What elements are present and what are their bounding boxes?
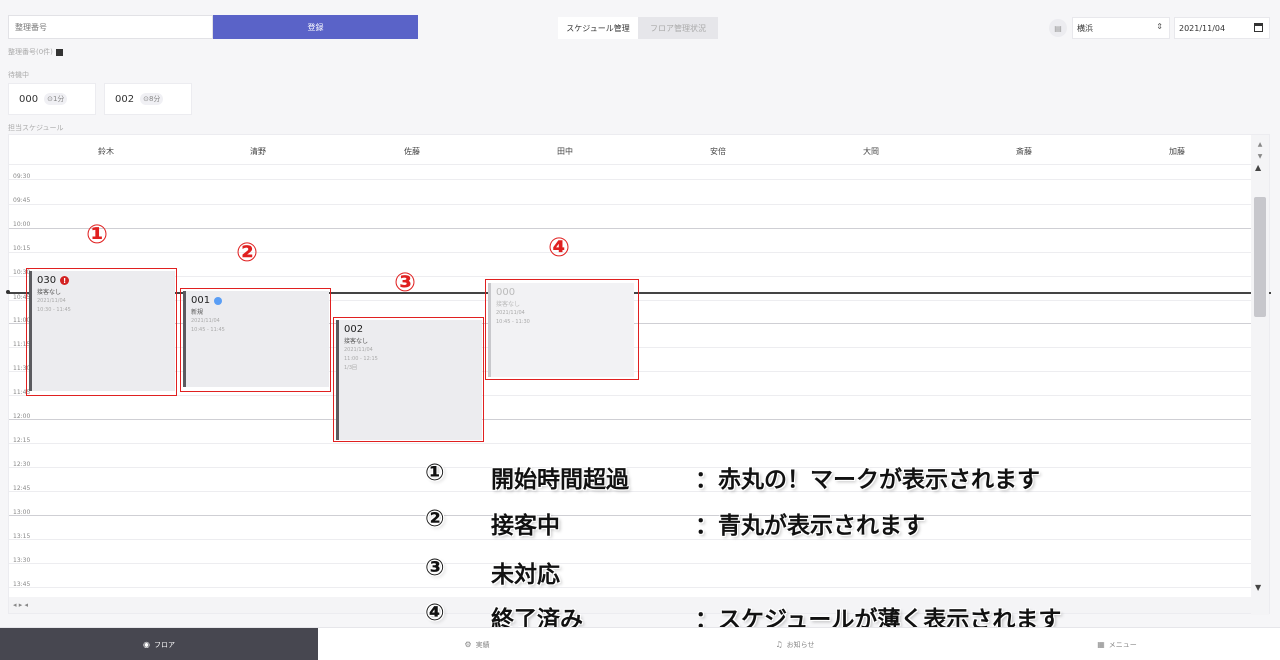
header-scroll-arrows[interactable]: ▲ ▼ [1253, 139, 1267, 163]
nav-menu-label: メニュー [1108, 640, 1137, 649]
staff-column-header: 斎藤 [1016, 147, 1032, 156]
time-label: 13:15 [13, 533, 31, 540]
date-picker[interactable]: 2021/11/04 [1174, 17, 1270, 39]
header-down-arrow-icon[interactable]: ▼ [1253, 151, 1267, 163]
grid-line [9, 563, 1253, 564]
number-input[interactable] [8, 15, 213, 39]
grid-toggle-icon[interactable]: ▤ [1049, 19, 1067, 37]
grid-line [9, 164, 1253, 165]
grid-line [9, 587, 1253, 588]
tab-floor-status[interactable]: フロア管理状況 [638, 17, 718, 39]
waiting-card[interactable]: 002 ⊙8分 [104, 83, 192, 115]
grid-line [9, 443, 1253, 444]
staff-column-header: 安倍 [710, 147, 726, 156]
waiting-number: 000 [19, 93, 39, 105]
legend-number: ③ [425, 555, 445, 581]
header-up-arrow-icon[interactable]: ▲ [1253, 139, 1267, 151]
grid-line [9, 204, 1253, 205]
select-arrow-icon: ⇕ [1156, 22, 1163, 31]
time-label: 09:30 [13, 173, 31, 180]
staff-column-header: 清野 [250, 147, 266, 156]
vertical-scrollbar[interactable]: ▲ ▼ ▲ ▼ [1251, 135, 1269, 615]
legend-title: 接客中 [491, 513, 560, 539]
annotation-marker-4: ④ [548, 233, 571, 263]
grid-line [9, 179, 1253, 180]
waiting-time-badge: ⊙1分 [44, 93, 68, 105]
nav-notifications-label: お知らせ [786, 640, 815, 649]
annotation-marker-2: ② [236, 238, 259, 268]
nav-results-label: 実績 [475, 640, 490, 649]
calendar-icon[interactable] [1254, 23, 1263, 32]
menu-icon: ▦ [1097, 640, 1105, 649]
bottom-navigation: ◉ フロア ⚙ 実績 ♫ お知らせ ▦ メニュー [0, 627, 1280, 660]
nav-floor-label: フロア [153, 640, 175, 649]
schedule-label: 担当スケジュール [8, 124, 64, 132]
grid-line [9, 515, 1253, 516]
nav-floor[interactable]: ◉ フロア [0, 628, 318, 660]
legend-description: ：青丸が表示されます [695, 513, 925, 539]
staff-column-header: 鈴木 [98, 147, 114, 156]
time-label: 10:15 [13, 245, 31, 252]
annotation-frame-2 [180, 288, 331, 392]
time-label: 13:30 [13, 557, 31, 564]
time-label: 12:00 [13, 413, 31, 420]
time-label: 12:15 [13, 437, 31, 444]
time-label: 10:00 [13, 221, 31, 228]
grid-line [9, 252, 1253, 253]
nav-menu[interactable]: ▦ メニュー [954, 628, 1280, 660]
time-label: 13:00 [13, 509, 31, 516]
bell-icon: ♫ [775, 640, 783, 649]
date-value: 2021/11/04 [1179, 23, 1226, 33]
staff-column-header: 加藤 [1169, 147, 1185, 156]
store-select-value: 横浜 [1077, 23, 1093, 33]
horizontal-scrollbar[interactable]: ◂ ▸ ◂ [9, 597, 1253, 613]
annotation-frame-3 [333, 317, 484, 442]
annotation-frame-1 [26, 268, 177, 396]
legend-title: 開始時間超過 [491, 467, 629, 493]
waiting-card[interactable]: 000 ⊙1分 [8, 83, 96, 115]
legend-number: ① [425, 460, 445, 486]
legend-description: ：赤丸の！マークが表示されます [695, 467, 1040, 493]
time-label: 12:30 [13, 461, 31, 468]
tab-schedule[interactable]: スケジュール管理 [558, 17, 638, 39]
expand-icon[interactable] [55, 48, 63, 56]
staff-column-header: 佐藤 [404, 147, 420, 156]
scrollbar-thumb[interactable] [1254, 197, 1266, 317]
time-label: 13:45 [13, 581, 31, 588]
nav-results[interactable]: ⚙ 実績 [318, 628, 636, 660]
app-root: 登録 スケジュール管理 フロア管理状況 ▤ 横浜 ⇕ 2021/11/04 整理… [0, 0, 1280, 660]
scroll-up-arrow-icon[interactable]: ▲ [1255, 163, 1261, 172]
grid-line [9, 539, 1253, 540]
grid-line [9, 491, 1253, 492]
waiting-label: 待機中 [8, 71, 29, 79]
grid-line [9, 467, 1253, 468]
legend-number: ④ [425, 600, 445, 626]
annotation-marker-3: ③ [394, 268, 417, 298]
waiting-number: 002 [115, 93, 135, 105]
store-select[interactable]: 横浜 ⇕ [1072, 17, 1170, 39]
grid-line [9, 276, 1253, 277]
time-label: 12:45 [13, 485, 31, 492]
unprocessed-label: 整理番号(0件) [8, 47, 63, 57]
nav-notifications[interactable]: ♫ お知らせ [636, 628, 954, 660]
annotation-frame-4 [485, 279, 639, 380]
legend-title: 未対応 [491, 562, 560, 588]
waiting-time-badge: ⊙8分 [140, 93, 164, 105]
staff-column-header: 田中 [557, 147, 573, 156]
annotation-marker-1: ① [86, 220, 109, 250]
staff-column-header: 大岡 [863, 147, 879, 156]
floor-icon: ◉ [143, 640, 150, 649]
grid-line [9, 395, 1253, 396]
scroll-down-arrow-icon[interactable]: ▼ [1255, 583, 1261, 592]
results-icon: ⚙ [464, 640, 472, 649]
legend-number: ② [425, 506, 445, 532]
time-label: 09:45 [13, 197, 31, 204]
unprocessed-label-text: 整理番号(0件) [8, 48, 53, 56]
register-button[interactable]: 登録 [213, 15, 418, 39]
grid-line [9, 419, 1253, 420]
current-time-marker [6, 290, 10, 294]
grid-line [9, 228, 1253, 229]
